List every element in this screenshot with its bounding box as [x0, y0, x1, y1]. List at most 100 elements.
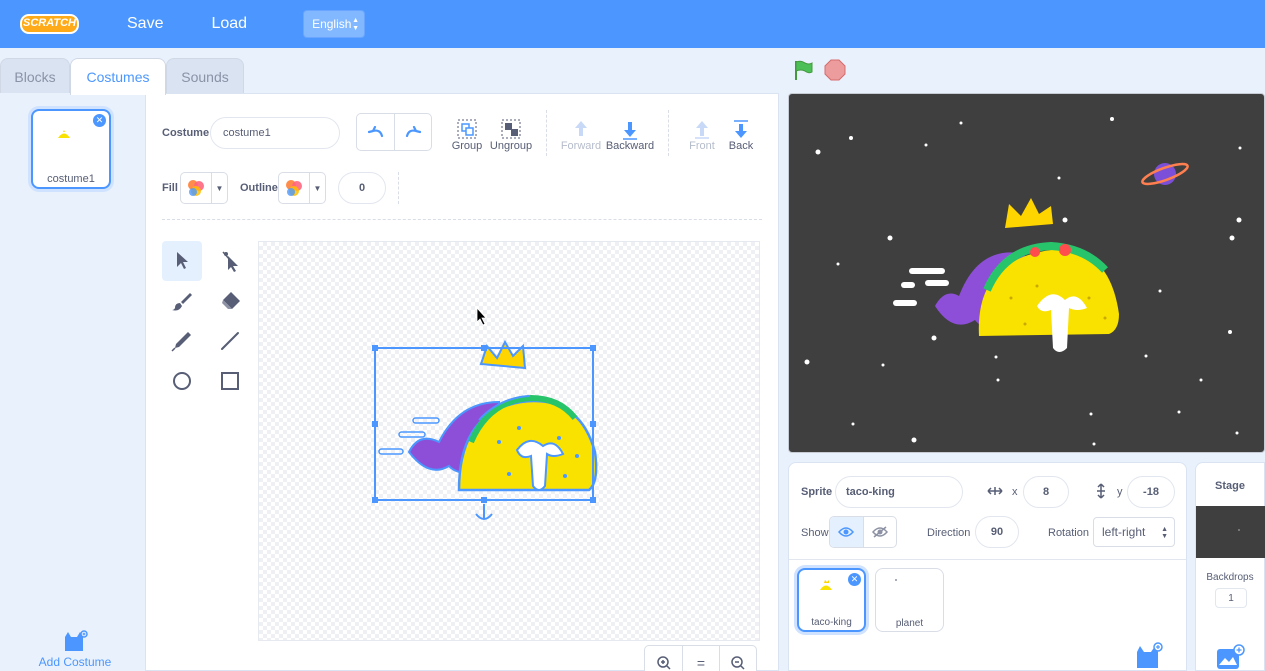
reshape-tool[interactable]	[210, 241, 250, 281]
backdrops-label: Backdrops	[1206, 572, 1254, 583]
direction-input[interactable]: 90	[975, 516, 1019, 548]
reshape-icon	[222, 251, 238, 272]
tab-costumes[interactable]: Costumes	[70, 58, 166, 95]
rotation-label: Rotation	[1048, 527, 1089, 539]
back-label: Back	[728, 140, 754, 152]
delete-icon[interactable]: ✕	[848, 573, 861, 586]
planet-sprite	[1141, 162, 1189, 186]
fill-color-picker[interactable]: ▼	[180, 172, 228, 204]
add-sprite-button[interactable]	[1133, 641, 1163, 671]
zoom-out-icon	[731, 656, 745, 670]
stop-icon	[824, 59, 846, 81]
zoom-in-button[interactable]	[645, 646, 682, 671]
costume-tile[interactable]: ✕ costume1	[31, 109, 111, 189]
brush-icon	[172, 293, 192, 311]
eye-slash-icon	[871, 526, 888, 538]
stage-title: Stage	[1215, 480, 1245, 492]
menu-bar: SCRATCH Save Load English ▲ ▼	[0, 0, 1265, 48]
pen-icon	[171, 332, 191, 352]
delete-icon[interactable]: ✕	[93, 114, 106, 127]
backdrops-count: 1	[1215, 588, 1247, 608]
eye-icon	[838, 527, 855, 537]
circle-icon	[173, 372, 191, 390]
select-tool[interactable]	[162, 241, 202, 281]
forward-label: Forward	[560, 140, 602, 152]
brush-tool[interactable]	[162, 281, 202, 321]
logo-text: SCRATCH	[23, 17, 76, 29]
paint-editor: Costume costume1 Group Ungroup Forward B…	[146, 93, 779, 671]
eraser-tool[interactable]	[210, 281, 250, 321]
rotation-style-value: left-right	[1102, 525, 1146, 539]
scratch-logo[interactable]: SCRATCH	[20, 13, 79, 35]
zoom-out-button[interactable]	[719, 646, 756, 671]
ungroup-icon	[501, 119, 521, 139]
ellipse-tool[interactable]	[162, 361, 202, 401]
y-label: y	[1117, 486, 1123, 498]
load-menu[interactable]: Load	[211, 15, 247, 33]
sprite-tile-planet[interactable]: planet	[875, 568, 944, 632]
tab-blocks[interactable]: Blocks	[0, 58, 70, 94]
back-button[interactable]: Back	[724, 114, 758, 152]
costume-label: Costume	[162, 127, 210, 139]
green-flag-button[interactable]	[792, 59, 814, 84]
language-value: English	[312, 17, 352, 31]
sprite-name-input[interactable]: taco-king	[835, 476, 963, 508]
sprite-name: planet	[895, 618, 924, 629]
cat-add-icon	[1137, 642, 1163, 668]
costume-name-input[interactable]: costume1	[210, 117, 340, 149]
outline-width-input[interactable]: 0	[338, 172, 386, 204]
hide-button[interactable]	[862, 517, 897, 547]
toolbar-separator	[162, 219, 762, 220]
vertical-arrows-icon	[1097, 483, 1105, 499]
stop-button[interactable]	[824, 59, 846, 84]
drawing-canvas[interactable]	[258, 241, 760, 641]
pen-tool[interactable]	[162, 321, 202, 361]
show-button[interactable]	[830, 517, 863, 547]
add-backdrop-button[interactable]	[1215, 643, 1245, 671]
stage-selector[interactable]: Stage Backdrops 1	[1195, 462, 1265, 671]
front-button[interactable]: Front	[684, 114, 720, 152]
ungroup-button[interactable]: Ungroup	[489, 114, 533, 152]
forward-button[interactable]: Forward	[560, 114, 602, 152]
y-input[interactable]: -18	[1127, 476, 1175, 508]
select-arrows-icon: ▲ ▼	[352, 17, 360, 32]
costume-name-label: costume1	[47, 173, 95, 185]
horizontal-arrows-icon	[987, 487, 1003, 495]
outline-color-picker[interactable]: ▼	[278, 172, 326, 204]
add-costume-label: Add Costume	[38, 655, 112, 669]
stage-canvas[interactable]	[788, 93, 1265, 453]
save-menu[interactable]: Save	[127, 15, 163, 33]
green-flag-icon	[795, 60, 813, 80]
sprite-label: Sprite	[801, 486, 833, 498]
stage-thumb-art	[1238, 529, 1240, 531]
divider	[546, 110, 547, 156]
ungroup-label: Ungroup	[489, 140, 533, 152]
sprite-tile-taco-king[interactable]: ✕ taco-king	[797, 568, 866, 632]
costume-artwork	[372, 306, 598, 520]
redo-button[interactable]	[394, 114, 431, 150]
dropdown-arrow-icon: ▼	[211, 173, 227, 203]
add-costume-button[interactable]: Add Costume	[30, 629, 120, 669]
visibility-toggle	[829, 516, 897, 548]
sprite-properties: Sprite taco-king x 8 y -18 Show Directio…	[789, 463, 1186, 560]
costume-list: ✕ costume1 Add Costume	[0, 93, 146, 671]
zoom-reset-button[interactable]: =	[682, 646, 719, 671]
rectangle-tool[interactable]	[210, 361, 250, 401]
divider	[668, 110, 669, 156]
redo-icon	[405, 126, 421, 138]
divider	[398, 172, 399, 204]
backward-button[interactable]: Backward	[604, 114, 656, 152]
group-button[interactable]: Group	[446, 114, 488, 152]
x-input[interactable]: 8	[1023, 476, 1069, 508]
direction-label: Direction	[927, 527, 971, 539]
sprite-thumbnail	[895, 579, 897, 581]
rotation-style-select[interactable]: left-right ▲ ▼	[1093, 517, 1175, 547]
taco-king-sprite	[893, 198, 1119, 352]
color-swatch-icon	[188, 180, 204, 196]
backward-label: Backward	[605, 140, 655, 152]
line-tool[interactable]	[210, 321, 250, 361]
language-select[interactable]: English ▲ ▼	[303, 10, 366, 38]
zoom-in-icon	[656, 656, 671, 670]
tab-sounds[interactable]: Sounds	[166, 58, 244, 94]
undo-button[interactable]	[357, 114, 394, 150]
